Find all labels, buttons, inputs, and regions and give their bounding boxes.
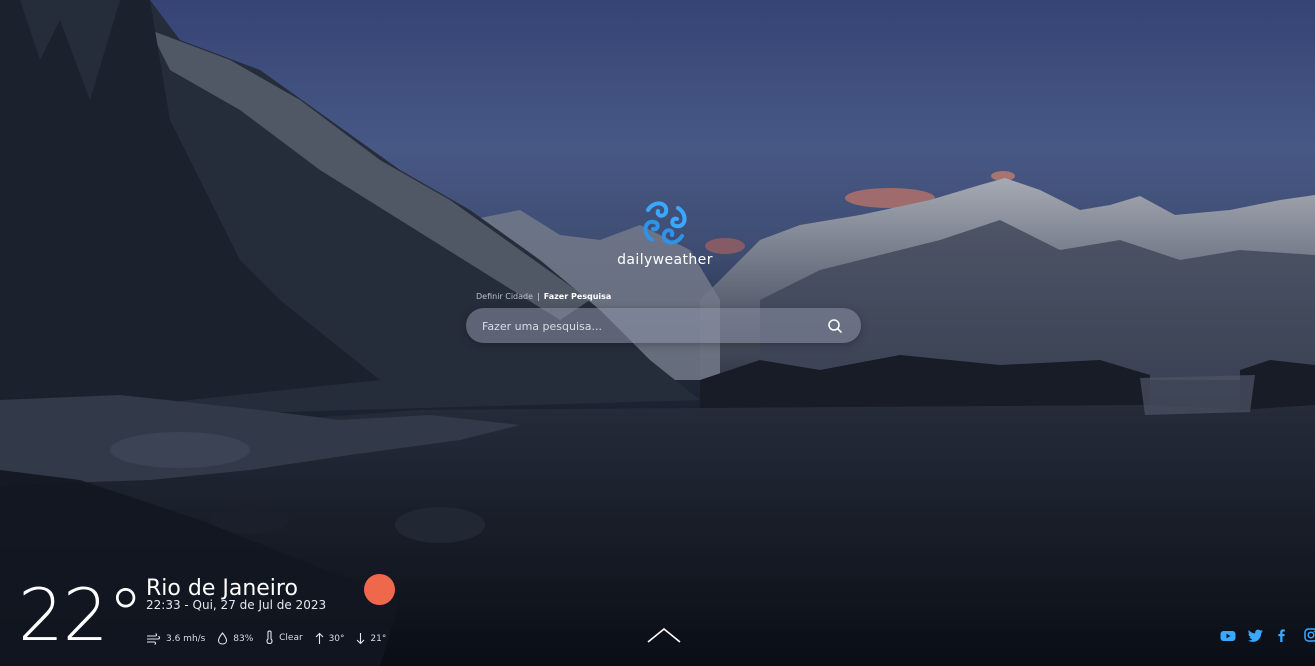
condition-stat: Clear: [265, 630, 303, 645]
wind-icon: [147, 633, 161, 645]
center-panel: dailyweather Definir Cidade | Fazer Pesqui…: [0, 0, 1315, 666]
social-links: [1220, 627, 1315, 643]
sun-icon: [364, 574, 395, 605]
humidity-stat: 83%: [217, 632, 253, 645]
min-temp-stat: 21°: [356, 632, 386, 645]
instagram-icon[interactable]: [1304, 627, 1315, 642]
wind-value: 3.6 mh/s: [166, 634, 206, 644]
max-temp-stat: 30°: [315, 632, 345, 645]
chevron-up-icon[interactable]: [646, 624, 682, 646]
search-icon[interactable]: [826, 317, 844, 335]
arrow-up-icon: [315, 632, 323, 644]
youtube-icon[interactable]: [1220, 627, 1238, 641]
weather-swirl-logo-icon: [643, 201, 687, 245]
search-mode-links: Definir Cidade | Fazer Pesquisa: [476, 292, 611, 301]
condition-value: Clear: [279, 632, 303, 643]
date-time: 22:33 - Qui, 27 de Jul de 2023: [146, 598, 327, 612]
page: dailyweather Definir Cidade | Fazer Pesqui…: [0, 0, 1315, 666]
brand-name: dailyweather: [617, 252, 713, 268]
twitter-icon[interactable]: [1248, 627, 1266, 642]
set-city-link[interactable]: Definir Cidade: [476, 292, 533, 301]
arrow-down-icon: [357, 633, 365, 645]
wind-stat: 3.6 mh/s: [146, 633, 205, 645]
link-separator: |: [537, 292, 540, 301]
humidity-value: 83%: [233, 633, 254, 644]
search-input[interactable]: [480, 316, 814, 337]
weather-stats: 3.6 mh/s 83% Clear 30° 21°: [146, 630, 395, 646]
search-bar: [466, 308, 861, 343]
thermometer-icon: [266, 630, 273, 645]
search-link[interactable]: Fazer Pesquisa: [544, 292, 612, 301]
temperature: 22°: [18, 573, 144, 657]
facebook-icon[interactable]: [1276, 627, 1294, 642]
max-temp-value: 30°: [328, 633, 345, 644]
min-temp-value: 21°: [370, 633, 387, 644]
brand-logo[interactable]: dailyweather: [612, 196, 718, 272]
droplet-icon: [218, 632, 228, 645]
